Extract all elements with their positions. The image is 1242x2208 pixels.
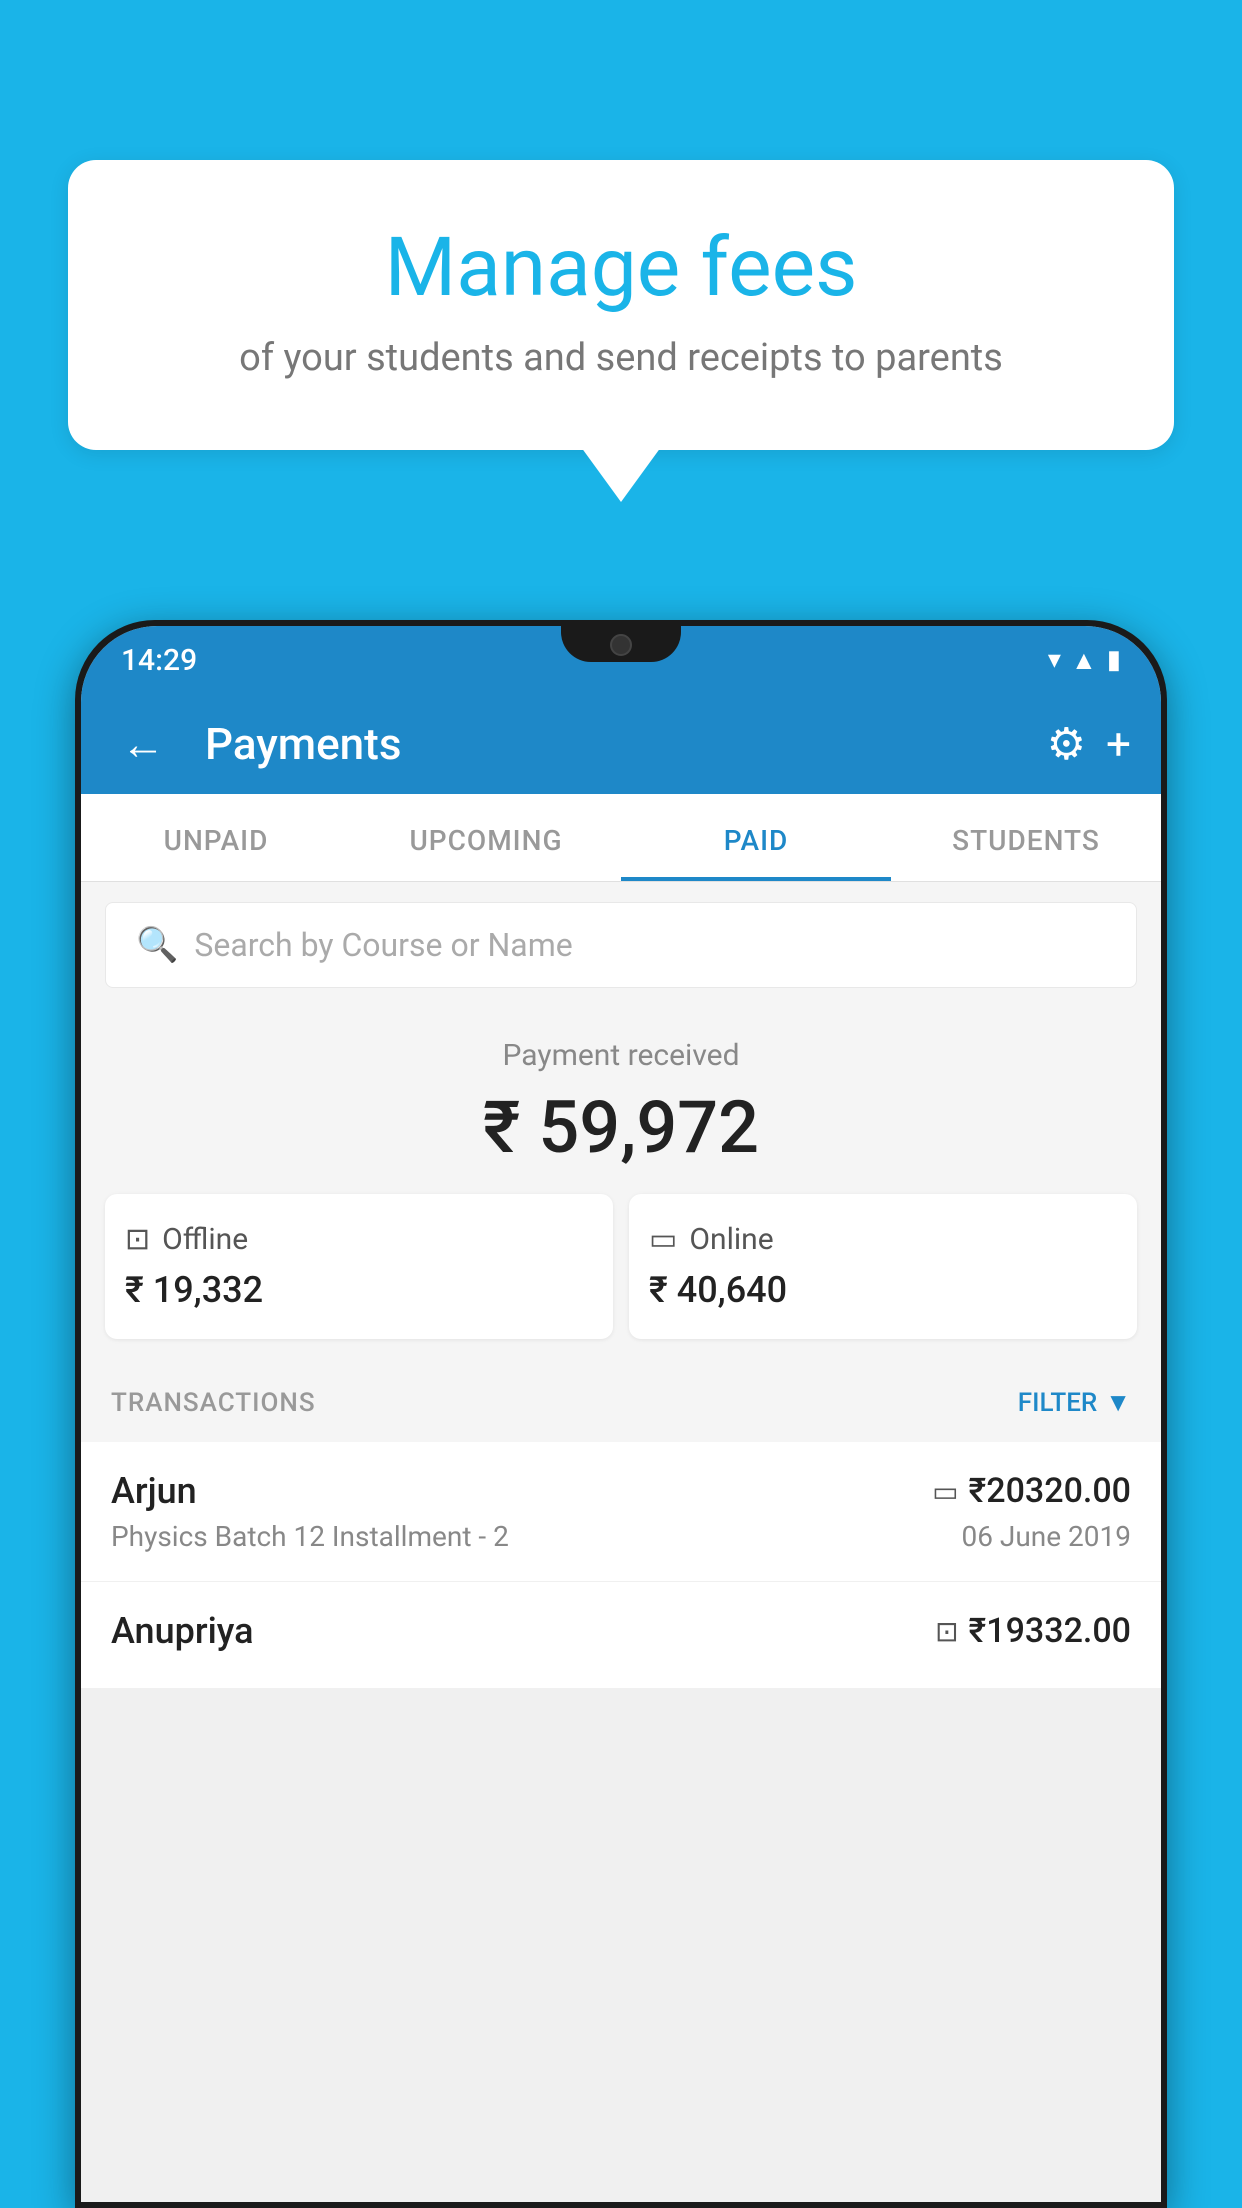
search-bar[interactable]: 🔍 Search by Course or Name: [105, 902, 1137, 988]
camera: [610, 634, 632, 656]
phone-notch: [561, 626, 681, 662]
offline-icon: ⊡: [125, 1222, 150, 1257]
transaction-top-1: Arjun ▭ ₹20320.00: [111, 1470, 1131, 1512]
promo-bubble: Manage fees of your students and send re…: [68, 160, 1174, 450]
online-payment-icon-1: ▭: [932, 1475, 958, 1508]
bubble-subtitle: of your students and send receipts to pa…: [118, 336, 1124, 380]
signal-icon: ▲: [1071, 645, 1097, 676]
transaction-amount-2: ₹19332.00: [969, 1611, 1131, 1651]
app-bar-actions: ⚙ +: [1047, 718, 1131, 770]
filter-icon: ▼: [1105, 1387, 1131, 1418]
back-button[interactable]: ←: [111, 708, 175, 780]
app-bar: ← Payments ⚙ +: [81, 694, 1161, 794]
transaction-row[interactable]: Anupriya ⊡ ₹19332.00: [81, 1582, 1161, 1689]
offline-payment-card: ⊡ Offline ₹ 19,332: [105, 1194, 613, 1339]
search-icon: 🔍: [136, 925, 178, 965]
battery-icon: ▮: [1107, 645, 1121, 675]
tab-paid[interactable]: PAID: [621, 794, 891, 881]
status-icons: ▾ ▲ ▮: [1048, 645, 1121, 676]
filter-text: FILTER: [1018, 1388, 1097, 1418]
payment-received-label: Payment received: [105, 1038, 1137, 1073]
online-amount: ₹ 40,640: [649, 1269, 1117, 1311]
settings-button[interactable]: ⚙: [1047, 718, 1086, 770]
payment-total-amount: ₹ 59,972: [105, 1085, 1137, 1170]
bubble-title: Manage fees: [118, 220, 1124, 316]
transaction-name-1: Arjun: [111, 1470, 197, 1512]
tab-unpaid[interactable]: UNPAID: [81, 794, 351, 881]
transactions-label: TRANSACTIONS: [111, 1388, 316, 1418]
status-time: 14:29: [121, 643, 197, 678]
tab-students[interactable]: STUDENTS: [891, 794, 1161, 881]
wifi-icon: ▾: [1048, 645, 1061, 675]
transaction-date-1: 06 June 2019: [961, 1520, 1131, 1553]
transaction-course-1: Physics Batch 12 Installment - 2: [111, 1520, 509, 1553]
offline-amount: ₹ 19,332: [125, 1269, 593, 1311]
transaction-top-2: Anupriya ⊡ ₹19332.00: [111, 1610, 1131, 1652]
offline-payment-icon-2: ⊡: [935, 1615, 958, 1648]
phone-frame: 14:29 ▾ ▲ ▮ ← Payments ⚙ + UNPAID UPCOMI…: [75, 620, 1167, 2208]
transaction-row[interactable]: Arjun ▭ ₹20320.00 Physics Batch 12 Insta…: [81, 1442, 1161, 1582]
search-container: 🔍 Search by Course or Name: [81, 882, 1161, 1008]
payment-cards: ⊡ Offline ₹ 19,332 ▭ Online ₹ 40,640: [105, 1194, 1137, 1339]
tabs: UNPAID UPCOMING PAID STUDENTS: [81, 794, 1161, 882]
offline-card-header: ⊡ Offline: [125, 1222, 593, 1257]
online-icon: ▭: [649, 1222, 677, 1257]
transaction-amount-wrap-1: ▭ ₹20320.00: [932, 1471, 1131, 1511]
offline-label: Offline: [162, 1222, 248, 1257]
transaction-amount-1: ₹20320.00: [969, 1471, 1131, 1511]
online-label: Online: [689, 1222, 773, 1257]
phone-screen: 14:29 ▾ ▲ ▮ ← Payments ⚙ + UNPAID UPCOMI…: [81, 626, 1161, 2202]
transactions-header: TRANSACTIONS FILTER ▼: [81, 1363, 1161, 1442]
payment-summary: Payment received ₹ 59,972 ⊡ Offline ₹ 19…: [81, 1008, 1161, 1363]
transaction-name-2: Anupriya: [111, 1610, 254, 1652]
online-payment-card: ▭ Online ₹ 40,640: [629, 1194, 1137, 1339]
online-card-header: ▭ Online: [649, 1222, 1117, 1257]
add-button[interactable]: +: [1106, 718, 1131, 770]
transaction-bottom-1: Physics Batch 12 Installment - 2 06 June…: [111, 1520, 1131, 1553]
filter-button[interactable]: FILTER ▼: [1018, 1387, 1131, 1418]
app-bar-title: Payments: [205, 718, 1027, 770]
transaction-amount-wrap-2: ⊡ ₹19332.00: [935, 1611, 1131, 1651]
tab-upcoming[interactable]: UPCOMING: [351, 794, 621, 881]
search-placeholder: Search by Course or Name: [194, 926, 572, 964]
